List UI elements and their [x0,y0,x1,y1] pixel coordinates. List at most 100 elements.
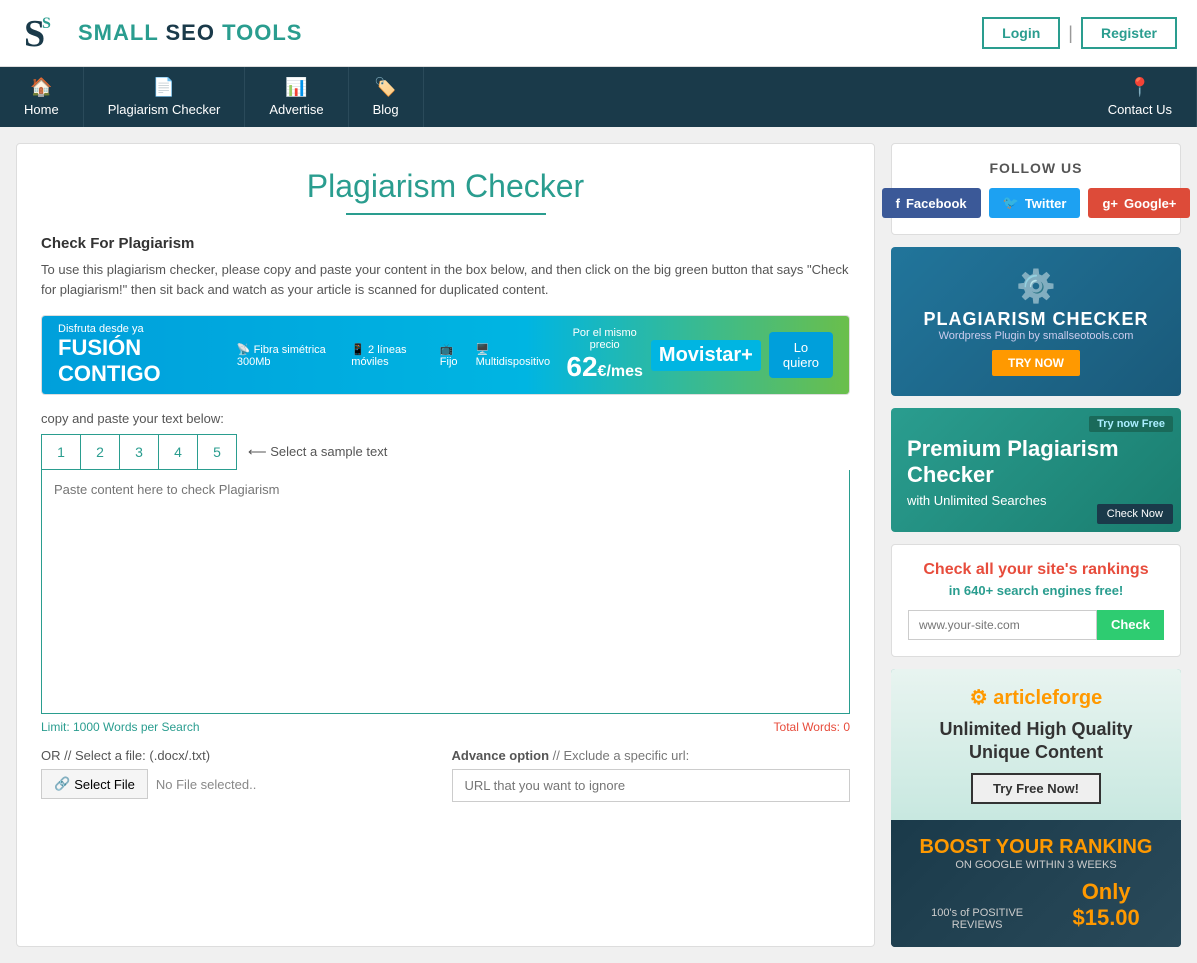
movistar-price-label: Por el mismo precio 62€/mes [566,327,643,383]
article-bottom: BOOST YOUR RANKING ON GOOGLE WITHIN 3 WE… [891,820,1181,947]
movistar-brand: Movistar+ [651,340,761,371]
svg-text:S: S [42,15,51,32]
nav-label-home: Home [24,102,59,117]
login-button[interactable]: Login [982,17,1060,49]
rankings-title: Check all your site's rankings [908,561,1164,579]
limit-label: Limit: 1000 Words per Search [41,720,200,734]
textarea-wrapper [41,470,850,714]
article-boost-sub: ON GOOGLE WITHIN 3 WEEKS [907,859,1165,871]
premium-title: Premium Plagiarism Checker [907,436,1165,489]
stats-bar: Limit: 1000 Words per Search Total Words… [41,714,850,740]
rankings-sub: in 640+ search engines free! [908,583,1164,598]
document-icon: 📄 [153,77,175,98]
paperclip-icon: 🔗 [54,776,70,792]
sample-tab-5[interactable]: 5 [197,434,237,470]
home-icon: 🏠 [30,77,52,98]
wp-sub: Wordpress Plugin by smallseotools.com [911,330,1161,342]
article-footer-row: 100's of POSITIVE REVIEWS Only $15.00 [907,879,1165,931]
googleplus-icon: g+ [1102,196,1118,211]
url-input[interactable] [452,769,851,802]
page-title: Plagiarism Checker [41,168,850,205]
chart-icon: 📊 [285,77,307,98]
file-section: OR // Select a file: (.docx/.txt) 🔗 Sele… [41,748,440,802]
rankings-check-button[interactable]: Check [1097,610,1164,640]
article-try-button[interactable]: Try Free Now! [971,773,1101,804]
url-section: Advance option // Exclude a specific url… [452,748,851,802]
sidebar: FOLLOW US f Facebook 🐦 Twitter g+ Google… [891,143,1181,947]
premium-try-label: Try now Free [1089,416,1173,432]
tag-icon: 🏷️ [374,77,396,98]
article-logo: ⚙ articleforge [907,685,1165,710]
article-top: ⚙ articleforge Unlimited High Quality Un… [891,669,1181,820]
twitter-button[interactable]: 🐦 Twitter [989,188,1081,218]
movistar-text: Disfruta desde ya FUSIÓN CONTIGO [58,323,225,387]
nav-spacer [424,67,1084,127]
nav-item-advertise[interactable]: 📊 Advertise [245,67,348,127]
facebook-icon: f [896,196,900,211]
article-boost: BOOST YOUR RANKING [907,836,1165,859]
logo-text: SMALL SEO TOOLS [78,20,302,46]
wp-title: PLAGIARISM CHECKER [911,309,1161,330]
ad-banner: Disfruta desde ya FUSIÓN CONTIGO 📡 Fibra… [41,315,850,395]
header: S S SMALL SEO TOOLS Login | Register [0,0,1197,67]
social-buttons: f Facebook 🐦 Twitter g+ Google+ [908,188,1164,218]
sample-text-label: ⟵ Select a sample text [248,444,387,460]
paste-label: copy and paste your text below: [41,411,850,426]
nav-label-blog: Blog [373,102,399,117]
nav: 🏠 Home 📄 Plagiarism Checker 📊 Advertise … [0,67,1197,127]
sample-tab-1[interactable]: 1 [41,434,81,470]
movistar-ad[interactable]: Disfruta desde ya FUSIÓN CONTIGO 📡 Fibra… [42,316,849,394]
article-reviews: 100's of POSITIVE REVIEWS [907,907,1047,931]
register-button[interactable]: Register [1081,17,1177,49]
googleplus-button[interactable]: g+ Google+ [1088,188,1190,218]
main-content: Plagiarism Checker Check For Plagiarism … [16,143,875,947]
logo-icon: S S [20,8,70,58]
title-divider [346,213,546,215]
sample-tab-4[interactable]: 4 [158,434,198,470]
sample-tabs-row: 1 2 3 4 5 ⟵ Select a sample text [41,434,850,470]
auth-separator: | [1068,23,1073,44]
premium-banner: Try now Free Premium Plagiarism Checker … [891,408,1181,532]
article-icon: ⚙ [970,687,988,709]
follow-us-box: FOLLOW US f Facebook 🐦 Twitter g+ Google… [891,143,1181,235]
rankings-box: Check all your site's rankings in 640+ s… [891,544,1181,657]
select-file-button[interactable]: 🔗 Select File [41,769,148,799]
facebook-button[interactable]: f Facebook [882,188,981,218]
nav-item-home[interactable]: 🏠 Home [0,67,84,127]
nav-item-plagiarism[interactable]: 📄 Plagiarism Checker [84,67,246,127]
check-description: To use this plagiarism checker, please c… [41,260,850,299]
url-label: Advance option // Exclude a specific url… [452,748,851,763]
words-count: Total Words: 0 [774,720,850,734]
plagiarism-textarea[interactable] [42,470,849,710]
nav-item-blog[interactable]: 🏷️ Blog [349,67,424,127]
movistar-price-section: Por el mismo precio 62€/mes Movistar+ Lo… [566,327,833,383]
article-price: Only $15.00 [1047,879,1165,931]
logo[interactable]: S S SMALL SEO TOOLS [20,8,302,58]
nav-label-plagiarism: Plagiarism Checker [108,102,221,117]
rankings-input-row: Check [908,610,1164,640]
nav-item-contact[interactable]: 📍 Contact Us [1084,67,1197,127]
sample-tab-2[interactable]: 2 [80,434,120,470]
wordpress-icon: ⚙️ [911,267,1161,305]
twitter-icon: 🐦 [1003,195,1019,211]
nav-label-contact: Contact Us [1108,102,1172,117]
rankings-input[interactable] [908,610,1097,640]
sample-tab-3[interactable]: 3 [119,434,159,470]
article-subtitle: Unlimited High Quality Unique Content [907,718,1165,765]
location-icon: 📍 [1129,77,1151,98]
file-url-row: OR // Select a file: (.docx/.txt) 🔗 Sele… [41,748,850,802]
page-layout: Plagiarism Checker Check For Plagiarism … [0,127,1197,963]
movistar-cta[interactable]: Lo quiero [769,332,833,378]
file-name-display: No File selected.. [156,777,256,792]
file-input-row: 🔗 Select File No File selected.. [41,769,440,799]
wp-try-now-button[interactable]: TRY NOW [992,350,1080,376]
free-label: free! [1095,583,1123,598]
articleforge-banner: ⚙ articleforge Unlimited High Quality Un… [891,669,1181,947]
file-label: OR // Select a file: (.docx/.txt) [41,748,440,763]
follow-title: FOLLOW US [908,160,1164,176]
check-heading: Check For Plagiarism [41,235,850,252]
nav-label-advertise: Advertise [269,102,323,117]
auth-section: Login | Register [982,17,1177,49]
wordpress-banner: ⚙️ PLAGIARISM CHECKER Wordpress Plugin b… [891,247,1181,396]
premium-check-button[interactable]: Check Now [1097,504,1173,524]
